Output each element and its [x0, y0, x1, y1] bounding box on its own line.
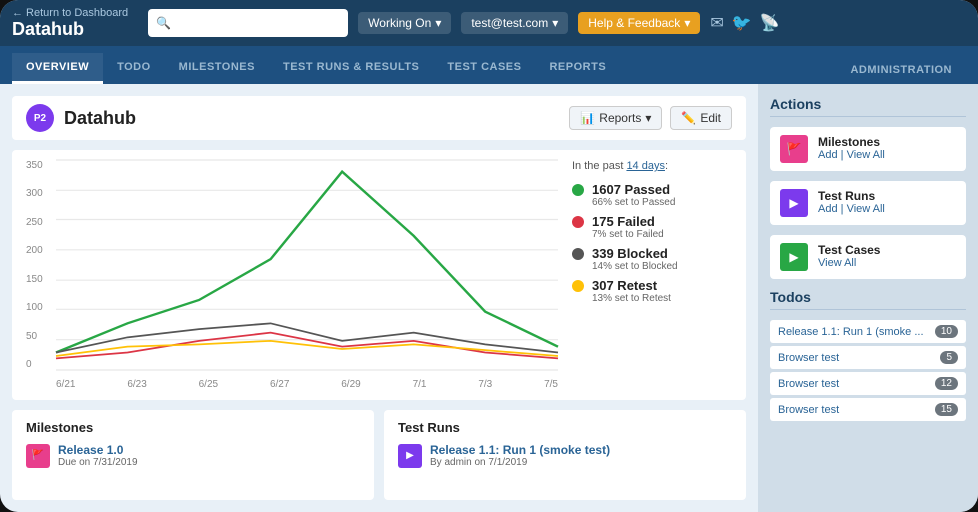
main-content: P2 Datahub 📊 Reports ▾ ✏️ Edit: [0, 84, 978, 512]
todo-item: Browser test 5: [770, 346, 966, 369]
tab-overview[interactable]: OVERVIEW: [12, 53, 103, 84]
milestones-card: Milestones 🚩 Release 1.0 Due on 7/31/201…: [12, 410, 374, 500]
milestones-action-name: Milestones: [818, 135, 885, 149]
rss-icon[interactable]: 📡: [760, 13, 780, 33]
stats-panel: In the past 14 days: 1607 Passed 66% set…: [572, 160, 732, 390]
stat-retest: 307 Retest 13% set to Retest: [572, 278, 732, 304]
milestones-action-links: Add | View All: [818, 149, 885, 161]
blocked-dot: [572, 248, 584, 260]
nav-brand: ← Return to Dashboard Datahub: [12, 7, 128, 40]
edit-icon: ✏️: [681, 111, 696, 125]
milestone-due: Due on 7/31/2019: [58, 457, 138, 468]
chart-icon: 📊: [580, 111, 595, 125]
testruns-add-link[interactable]: Add: [818, 203, 838, 215]
testrun-item: ▶ Release 1.1: Run 1 (smoke test) By adm…: [398, 443, 732, 468]
todo-name[interactable]: Release 1.1: Run 1 (smoke ...: [778, 326, 924, 338]
milestones-add-link[interactable]: Add: [818, 149, 838, 161]
reports-button[interactable]: 📊 Reports ▾: [569, 106, 662, 130]
milestones-title: Milestones: [26, 420, 360, 435]
stat-failed: 175 Failed 7% set to Failed: [572, 214, 732, 240]
mail-icon[interactable]: ✉: [710, 13, 723, 33]
tab-reports[interactable]: REPORTS: [535, 53, 620, 84]
top-nav: ← Return to Dashboard Datahub 🔍 Working …: [0, 0, 978, 46]
action-milestones: 🚩 Milestones Add | View All: [770, 127, 966, 171]
testrun-name[interactable]: Release 1.1: Run 1 (smoke test): [430, 443, 610, 457]
todo-count: 10: [935, 325, 958, 338]
bottom-row: Milestones 🚩 Release 1.0 Due on 7/31/201…: [12, 410, 746, 500]
past-label: In the past 14 days:: [572, 160, 732, 172]
chart-wrap: 0 50 100 150 200 250 300 350: [26, 160, 558, 390]
todo-count: 5: [940, 351, 958, 364]
tab-todo[interactable]: TODO: [103, 53, 165, 84]
twitter-icon[interactable]: 🐦: [732, 13, 752, 33]
passed-dot: [572, 184, 584, 196]
milestone-item: 🚩 Release 1.0 Due on 7/31/2019: [26, 443, 360, 468]
todo-item: Browser test 12: [770, 372, 966, 395]
milestones-action-icon: 🚩: [780, 135, 808, 163]
todo-item: Browser test 15: [770, 398, 966, 421]
testruns-action-icon: ▶: [780, 189, 808, 217]
stat-passed: 1607 Passed 66% set to Passed: [572, 182, 732, 208]
search-input[interactable]: [148, 9, 348, 37]
testcases-action-links: View All: [818, 257, 880, 269]
project-header: P2 Datahub 📊 Reports ▾ ✏️ Edit: [12, 96, 746, 140]
tab-milestones[interactable]: MILESTONES: [165, 53, 269, 84]
testruns-action-links: Add | View All: [818, 203, 885, 215]
milestone-name[interactable]: Release 1.0: [58, 443, 138, 457]
project-name: Datahub: [64, 108, 136, 129]
working-on-button[interactable]: Working On ▾: [358, 12, 451, 34]
tab-administration[interactable]: ADMINISTRATION: [836, 56, 966, 84]
search-wrap: 🔍: [148, 9, 348, 37]
testruns-title: Test Runs: [398, 420, 732, 435]
chart-svg: [56, 160, 558, 370]
testcases-action-name: Test Cases: [818, 243, 880, 257]
help-feedback-button[interactable]: Help & Feedback ▾: [578, 12, 700, 34]
failed-dot: [572, 216, 584, 228]
right-panel: Actions 🚩 Milestones Add | View All ▶ Te…: [758, 84, 978, 512]
retest-dot: [572, 280, 584, 292]
search-icon: 🔍: [156, 16, 171, 30]
days-link[interactable]: 14 days: [626, 160, 665, 172]
todos-title: Todos: [770, 289, 966, 310]
todo-name[interactable]: Browser test: [778, 378, 839, 390]
action-testcases: ▶ Test Cases View All: [770, 235, 966, 279]
project-name-wrap: P2 Datahub: [26, 104, 136, 132]
todo-count: 12: [935, 377, 958, 390]
todo-name[interactable]: Browser test: [778, 352, 839, 364]
testruns-card: Test Runs ▶ Release 1.1: Run 1 (smoke te…: [384, 410, 746, 500]
testcases-action-icon: ▶: [780, 243, 808, 271]
todo-count: 15: [935, 403, 958, 416]
tab-test-runs[interactable]: TEST RUNS & RESULTS: [269, 53, 433, 84]
chevron-down-icon: ▾: [684, 16, 690, 30]
project-badge: P2: [26, 104, 54, 132]
todo-item: Release 1.1: Run 1 (smoke ... 10: [770, 320, 966, 343]
project-actions: 📊 Reports ▾ ✏️ Edit: [569, 106, 732, 130]
testruns-viewall-link[interactable]: View All: [847, 203, 885, 215]
milestone-icon: 🚩: [26, 444, 50, 468]
todo-name[interactable]: Browser test: [778, 404, 839, 416]
action-testruns: ▶ Test Runs Add | View All: [770, 181, 966, 225]
actions-title: Actions: [770, 96, 966, 117]
tab-nav: OVERVIEW TODO MILESTONES TEST RUNS & RES…: [0, 46, 978, 84]
edit-button[interactable]: ✏️ Edit: [670, 106, 732, 130]
left-panel: P2 Datahub 📊 Reports ▾ ✏️ Edit: [0, 84, 758, 512]
milestones-viewall-link[interactable]: View All: [847, 149, 885, 161]
chevron-down-icon: ▾: [435, 16, 441, 30]
chart-section: 0 50 100 150 200 250 300 350: [12, 150, 746, 400]
todo-list: Release 1.1: Run 1 (smoke ... 10 Browser…: [770, 320, 966, 421]
app-title: Datahub: [12, 19, 128, 40]
chevron-down-icon: ▾: [552, 16, 558, 30]
nav-icons: ✉ 🐦 📡: [710, 13, 779, 33]
chart-y-labels: 0 50 100 150 200 250 300 350: [26, 160, 56, 370]
testcases-viewall-link[interactable]: View All: [818, 257, 856, 269]
chevron-down-icon: ▾: [645, 111, 651, 125]
back-link[interactable]: ← Return to Dashboard: [12, 7, 128, 19]
testruns-action-name: Test Runs: [818, 189, 885, 203]
stat-blocked: 339 Blocked 14% set to Blocked: [572, 246, 732, 272]
chart-x-labels: 6/21 6/23 6/25 6/27 6/29 7/1 7/3 7/5: [56, 379, 558, 390]
tab-test-cases[interactable]: TEST CASES: [433, 53, 535, 84]
testrun-by: By admin on 7/1/2019: [430, 457, 610, 468]
testrun-icon: ▶: [398, 444, 422, 468]
user-menu-button[interactable]: test@test.com ▾: [461, 12, 568, 34]
